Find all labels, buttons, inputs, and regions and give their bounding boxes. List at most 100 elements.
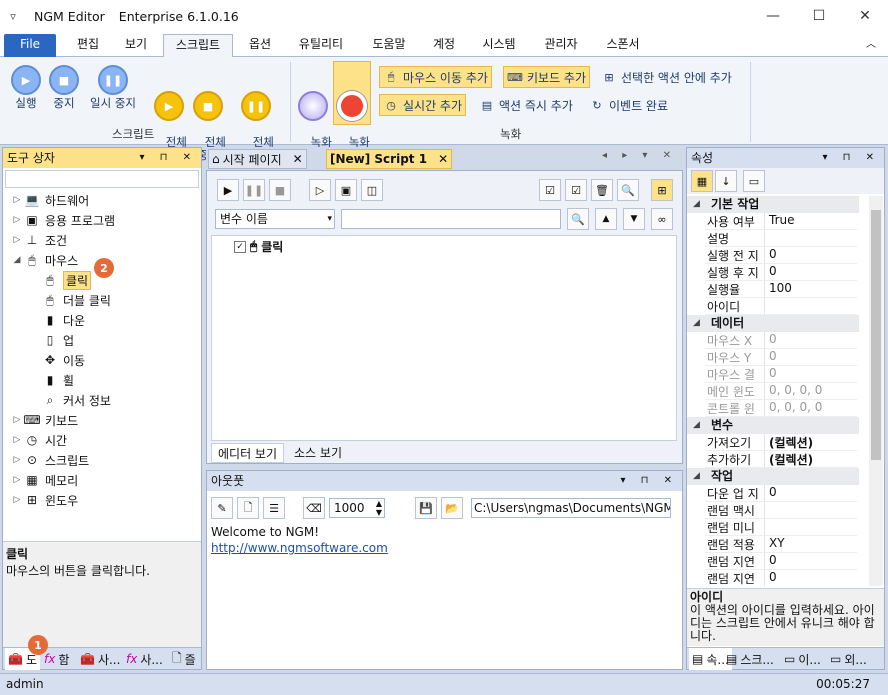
immediate-add-button[interactable]: ▤ 액션 즉시 추가 xyxy=(476,94,576,116)
checkbox[interactable]: ✓ xyxy=(234,240,246,253)
property-value[interactable] xyxy=(765,230,769,246)
property-row[interactable]: 랜덤 지연 0 xyxy=(705,553,857,570)
property-value[interactable]: 0 xyxy=(765,264,777,280)
property-row[interactable]: 랜덤 맥시 xyxy=(705,502,857,519)
play-icon[interactable]: ▶ xyxy=(217,179,239,201)
property-row[interactable]: 콘트롤 윈 0, 0, 0, 0 xyxy=(705,400,857,417)
property-value[interactable]: 0 xyxy=(765,366,777,382)
minimize-button[interactable]: — xyxy=(750,0,796,32)
tab-script-1[interactable]: [New] Script 1 ✕ xyxy=(326,149,453,169)
maximize-button[interactable]: ☐ xyxy=(796,0,842,32)
run-button[interactable]: ▶ 실행 xyxy=(8,65,44,110)
clean-icon[interactable]: ✎ xyxy=(211,497,233,519)
keyboard-add-button[interactable]: ⌨ 키보드 추가 xyxy=(503,66,591,88)
toolbox-item[interactable]: ▷ 💻 하드웨어 xyxy=(3,190,90,210)
toolbox-item[interactable]: 🖱 더블 클릭 xyxy=(3,290,111,310)
toolbox-item[interactable]: ◢ 🖱 마우스 xyxy=(3,250,79,270)
tab-nav-controls[interactable]: ◂ ▸ ▾ ✕ xyxy=(602,150,677,161)
toolbox-item[interactable]: ▯ 업 xyxy=(3,330,74,350)
sort-alpha-icon[interactable]: ↓ xyxy=(715,170,737,192)
property-value[interactable]: (컬렉션) xyxy=(765,434,813,450)
realtime-add-button[interactable]: ◷ 실시간 추가 xyxy=(379,94,467,116)
toolbox-item[interactable]: ✥ 이동 xyxy=(3,350,85,370)
property-row[interactable]: 마우스 X0 xyxy=(705,332,857,349)
property-row[interactable]: 다운 업 지0 xyxy=(705,485,857,502)
property-value[interactable]: (컬렉션) xyxy=(765,451,813,467)
output-link[interactable]: http://www.ngmsoftware.com xyxy=(211,541,388,555)
toolbox-item[interactable]: ▮ 다운 xyxy=(3,310,85,330)
tab-images[interactable]: ▭ 이... xyxy=(781,648,824,670)
check-icon[interactable]: ☑ xyxy=(565,179,587,201)
property-value[interactable]: 0 xyxy=(765,332,777,348)
expand-icon[interactable]: ▷ xyxy=(11,435,23,445)
property-value[interactable]: 0, 0, 0, 0 xyxy=(765,383,822,399)
expand-icon[interactable]: ▷ xyxy=(11,235,23,245)
add-in-selected-button[interactable]: ⊞ 선택한 액션 안에 추가 xyxy=(598,66,735,88)
tab-file[interactable]: File xyxy=(4,34,56,57)
property-row[interactable]: 마우스 Y0 xyxy=(705,349,857,366)
panel-controls[interactable]: ▾ ⊓ ✕ xyxy=(822,148,880,168)
categorized-icon[interactable]: ▦ xyxy=(691,170,713,192)
record-stop-button[interactable]: 녹화 중지 xyxy=(333,61,371,162)
tab-user-toolbox[interactable]: 🧰 사... xyxy=(77,648,123,670)
line-count-stepper[interactable]: 1000 ▲ ▼ xyxy=(329,498,385,518)
editor-search-input[interactable] xyxy=(341,209,561,229)
panel-controls[interactable]: ▾ ⊓ ✕ xyxy=(620,471,678,491)
panel-controls[interactable]: ▾ ⊓ ✕ xyxy=(139,148,197,168)
property-row[interactable]: 추가하기 (컬렉션) xyxy=(705,451,857,468)
close-icon[interactable]: ✕ xyxy=(293,152,303,166)
property-value[interactable]: 0 xyxy=(765,553,777,569)
property-row[interactable]: 가져오기 (컬렉션) xyxy=(705,434,857,451)
close-icon[interactable]: ✕ xyxy=(438,152,448,166)
property-value[interactable]: 100 xyxy=(765,281,792,297)
up-icon[interactable]: ▲ xyxy=(595,208,617,230)
tab-external[interactable]: ▭ 외... xyxy=(827,648,870,670)
toolbox-item[interactable]: 🖱 클릭 xyxy=(3,270,92,290)
toolbox-item[interactable]: ▷ ⊞ 윈도우 xyxy=(3,490,79,510)
property-value[interactable]: 0 xyxy=(765,570,777,586)
collapse-icon[interactable]: ◢ xyxy=(693,196,700,213)
delete-icon[interactable]: 🗑 xyxy=(591,179,613,201)
property-value[interactable]: 0 xyxy=(765,485,777,501)
menu-icon[interactable]: ☰ xyxy=(263,497,285,519)
add-document-icon[interactable]: 🗋 xyxy=(237,497,259,519)
stop-icon[interactable]: ■ xyxy=(269,179,291,201)
property-row[interactable]: 실행 전 지0 xyxy=(705,247,857,264)
property-value[interactable] xyxy=(765,502,769,518)
property-row[interactable]: 설명 xyxy=(705,230,857,247)
toolbox-item[interactable]: ▷ ▣ 응용 프로그램 xyxy=(3,210,116,230)
tab-account[interactable]: 계정 xyxy=(424,34,464,57)
property-value[interactable]: True xyxy=(765,213,795,229)
variable-select[interactable]: 변수 이름 ▾ xyxy=(215,209,335,229)
tab-start-page[interactable]: ⌂ 시작 페이지 ✕ xyxy=(208,149,307,169)
ribbon-collapse-icon[interactable]: ︿ xyxy=(860,34,882,57)
tab-editor-view[interactable]: 에디터 보기 xyxy=(211,443,285,463)
toolbox-item[interactable]: ▷ ▦ 메모리 xyxy=(3,470,79,490)
expand-icon[interactable]: ▷ xyxy=(11,415,23,425)
check-all-icon[interactable]: ☑ xyxy=(539,179,561,201)
infinite-icon[interactable]: ∞ xyxy=(651,208,673,230)
save-icon[interactable]: 💾 xyxy=(415,497,437,519)
tab-options[interactable]: 옵션 xyxy=(238,34,282,57)
tab-edit[interactable]: 편집 xyxy=(66,34,110,57)
folder-icon[interactable]: 📂 xyxy=(441,497,463,519)
expand-icon[interactable]: ▷ xyxy=(11,475,23,485)
toolbox-item[interactable]: ▷ ⊙ 스크립트 xyxy=(3,450,90,470)
property-value[interactable]: 0 xyxy=(765,349,777,365)
pause-button[interactable]: ❚❚ 일시 중지 xyxy=(84,65,142,110)
expand-icon[interactable]: ▷ xyxy=(11,455,23,465)
step-icon[interactable]: ▷ xyxy=(309,179,331,201)
property-category[interactable]: ◢ 기본 작업 xyxy=(687,196,859,213)
quick-access-icon[interactable]: ▿ xyxy=(0,10,26,23)
property-row[interactable]: 랜덤 미니 xyxy=(705,519,857,536)
collapse-icon[interactable]: ◢ xyxy=(693,417,700,434)
close-button[interactable]: ✕ xyxy=(842,0,888,32)
collapse-icon[interactable]: ◢ xyxy=(693,468,700,485)
tab-favorites[interactable]: 🗋 즐 xyxy=(169,648,199,670)
property-value[interactable] xyxy=(765,298,769,314)
scrollbar[interactable] xyxy=(869,196,883,586)
search-icon[interactable]: 🔍 xyxy=(567,208,589,230)
tab-source-view[interactable]: 소스 보기 xyxy=(288,443,348,463)
down-icon[interactable]: ▼ xyxy=(623,208,645,230)
toolbox-item[interactable]: ▷ ⊥ 조건 xyxy=(3,230,68,250)
